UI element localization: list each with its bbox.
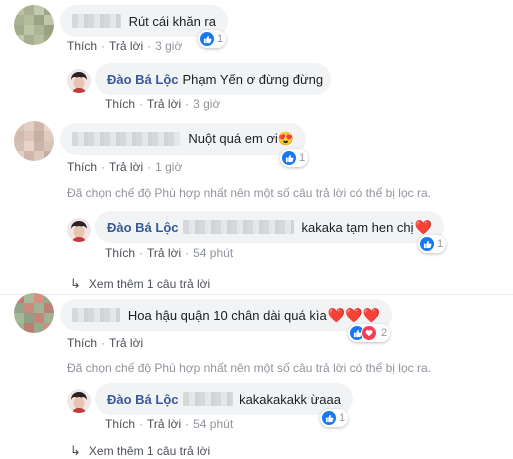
user-avatar-icon — [67, 69, 91, 93]
comment-time[interactable]: 3 giờ — [155, 39, 182, 53]
reply-author[interactable]: Đào Bá Lộc — [107, 392, 179, 407]
heart-emoji: ❤️ — [414, 218, 432, 235]
like-icon — [282, 151, 296, 165]
comment-text: Nuột quá em ơi😍 — [188, 131, 294, 146]
filter-notice: Đã chọn chế độ Phù hợp nhất nên một số c… — [67, 361, 431, 375]
reaction-count: 2 — [381, 327, 388, 339]
like-icon — [420, 237, 434, 251]
commenter-avatar[interactable] — [14, 293, 54, 333]
reaction-count: 1 — [299, 152, 306, 164]
reply-link[interactable]: Trả lời — [109, 39, 143, 53]
user-avatar-icon — [67, 218, 91, 242]
comment-bubble: Nuột quá em ơi😍 — [60, 123, 306, 155]
reply-actions: Thích · Trả lời · 3 giờ — [105, 97, 221, 111]
reply-text: kakakakakk ừaaa — [239, 391, 341, 407]
reply-bubble: Đào Bá Lộc Phạm Yến ơ đừng đừng — [95, 63, 331, 95]
replier-avatar[interactable] — [67, 218, 91, 242]
comment-actions: Thích · Trả lời · 3 giờ — [67, 39, 183, 53]
blurred-mention[interactable] — [182, 220, 294, 234]
reply-bubble: Đào Bá Lộc kakaka tạm hen chị ❤️ — [95, 211, 444, 243]
view-more-label[interactable]: Xem thêm 1 câu trả lời — [89, 444, 210, 458]
reply-actions: Thích · Trả lời · 54 phút — [105, 246, 234, 260]
reaction-summary[interactable]: 1 — [198, 30, 227, 48]
view-more-replies[interactable]: ↳ Xem thêm 1 câu trả lời — [70, 276, 210, 292]
reaction-summary[interactable]: 1 — [280, 149, 309, 167]
blurred-author-name[interactable] — [72, 308, 120, 322]
reply-time[interactable]: 54 phút — [193, 246, 233, 260]
comment-text: Rút cái khăn ra — [128, 13, 216, 29]
reply-link[interactable]: Trả lời — [147, 97, 181, 111]
reply-actions: Thích · Trả lời · 54 phút — [105, 417, 234, 431]
reply-author[interactable]: Đào Bá Lộc — [107, 72, 179, 87]
reaction-count: 1 — [437, 238, 444, 250]
reply-text: Phạm Yến ơ đừng đừng — [182, 71, 324, 87]
comment-actions: Thích · Trả lời — [67, 336, 144, 350]
comment-text: Hoa hậu quận 10 chân dài quá kìa — [127, 307, 327, 323]
view-more-replies[interactable]: ↳ Xem thêm 1 câu trả lời — [70, 443, 210, 459]
like-link[interactable]: Thích — [105, 246, 135, 260]
like-link[interactable]: Thích — [67, 336, 97, 350]
heart-emoji: ❤️❤️❤️ — [327, 306, 380, 323]
replier-avatar[interactable] — [67, 69, 91, 93]
reply-link[interactable]: Trả lời — [109, 336, 143, 350]
like-link[interactable]: Thích — [105, 417, 135, 431]
reply-arrow-icon: ↳ — [70, 443, 81, 458]
view-more-label[interactable]: Xem thêm 1 câu trả lời — [89, 277, 210, 291]
reply-time[interactable]: 54 phút — [193, 417, 233, 431]
blurred-author-name[interactable] — [72, 14, 121, 28]
reaction-summary[interactable]: 2 — [348, 324, 391, 342]
heart-icon — [361, 325, 377, 341]
comment-actions: Thích · Trả lời · 1 giờ — [67, 160, 183, 174]
reply-link[interactable]: Trả lời — [109, 160, 143, 174]
reaction-count: 1 — [339, 412, 346, 424]
reply-bubble: Đào Bá Lộc kakakakakk ừaaa — [95, 383, 353, 415]
like-icon — [322, 411, 336, 425]
reply-text: kakaka tạm hen chị — [301, 219, 414, 235]
like-link[interactable]: Thích — [67, 39, 97, 53]
reaction-summary[interactable]: 1 — [320, 409, 349, 427]
blurred-author-name[interactable] — [72, 132, 181, 146]
commenter-avatar[interactable] — [14, 121, 54, 161]
reply-link[interactable]: Trả lời — [147, 417, 181, 431]
like-link[interactable]: Thích — [105, 97, 135, 111]
reaction-count: 1 — [217, 33, 224, 45]
filter-notice: Đã chọn chế độ Phù hợp nhất nên một số c… — [67, 186, 431, 200]
reply-link[interactable]: Trả lời — [147, 246, 181, 260]
like-icon — [200, 32, 214, 46]
comment-bubble: Hoa hậu quận 10 chân dài quá kìa ❤️❤️❤️ — [60, 299, 392, 331]
comment-time[interactable]: 1 giờ — [155, 160, 182, 174]
blurred-mention[interactable] — [182, 392, 234, 406]
replier-avatar[interactable] — [67, 389, 91, 413]
reply-arrow-icon: ↳ — [70, 276, 81, 291]
user-avatar-icon — [67, 389, 91, 413]
reply-author[interactable]: Đào Bá Lộc — [107, 220, 179, 235]
reply-time[interactable]: 3 giờ — [193, 97, 220, 111]
divider — [0, 294, 513, 295]
reaction-summary[interactable]: 1 — [418, 235, 447, 253]
like-link[interactable]: Thích — [67, 160, 97, 174]
commenter-avatar[interactable] — [14, 5, 54, 45]
